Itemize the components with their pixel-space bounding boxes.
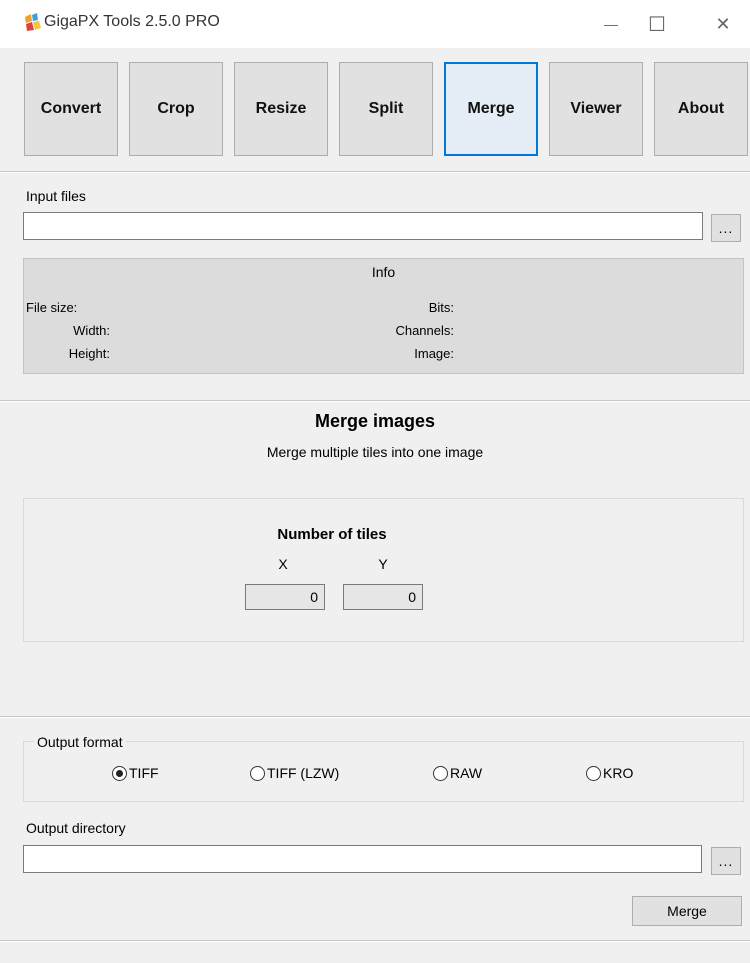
radio-unselected-icon <box>433 765 448 781</box>
width-label: Width: <box>73 323 110 338</box>
title-bar: GigaPX Tools 2.5.0 PRO — ☐ ✕ <box>0 0 750 48</box>
radio-unselected-icon <box>586 765 601 781</box>
format-raw-label: RAW <box>450 765 483 781</box>
nav-merge-button[interactable]: Merge <box>444 62 538 156</box>
nav-split-button[interactable]: Split <box>339 62 433 156</box>
close-button[interactable]: ✕ <box>700 0 746 48</box>
divider <box>0 717 750 718</box>
merge-button[interactable]: Merge <box>632 896 742 926</box>
tiles-x-input[interactable]: 0 <box>245 584 325 610</box>
output-directory-field[interactable] <box>23 845 702 873</box>
channels-label: Channels: <box>395 323 454 338</box>
format-tiff-lzw-label: TIFF (LZW) <box>267 765 340 781</box>
minimize-button[interactable]: — <box>588 0 634 48</box>
merge-description: Merge multiple tiles into one image <box>266 444 484 460</box>
image-label: Image: <box>414 346 454 361</box>
close-icon: ✕ <box>715 13 731 34</box>
format-tiff-label: TIFF <box>129 765 159 781</box>
window-title: GigaPX Tools 2.5.0 PRO <box>44 13 220 30</box>
output-browse-button[interactable]: ... <box>711 847 741 875</box>
divider <box>0 941 750 942</box>
divider <box>0 172 750 173</box>
tiles-y-input[interactable]: 0 <box>343 584 423 610</box>
nav-convert-button[interactable]: Convert <box>24 62 118 156</box>
info-title: Info <box>371 264 396 280</box>
info-panel: Info File size: Width: Height: Bits: Cha… <box>23 258 744 374</box>
format-kro-label: KRO <box>603 765 634 781</box>
tiles-x-label: X <box>278 556 288 572</box>
divider <box>0 401 750 402</box>
minimize-icon: — <box>604 16 618 32</box>
output-directory-label: Output directory <box>26 820 126 836</box>
nav-resize-button[interactable]: Resize <box>234 62 328 156</box>
nav-viewer-button[interactable]: Viewer <box>549 62 643 156</box>
app-logo-icon <box>22 11 44 33</box>
radio-unselected-icon <box>250 765 265 781</box>
format-tiff-radio[interactable]: TIFF <box>112 765 159 781</box>
maximize-icon: ☐ <box>648 13 666 36</box>
maximize-button[interactable]: ☐ <box>634 0 680 48</box>
merge-heading: Merge images <box>314 411 436 431</box>
nav-about-button[interactable]: About <box>654 62 748 156</box>
output-format-label: Output format <box>34 734 126 750</box>
format-tiff-lzw-radio[interactable]: TIFF (LZW) <box>250 765 339 781</box>
tiles-heading: Number of tiles <box>277 526 387 543</box>
bits-label: Bits: <box>428 300 454 315</box>
format-kro-radio[interactable]: KRO <box>586 765 633 781</box>
file-size-label: File size: <box>26 300 78 315</box>
tiles-y-label: Y <box>378 556 388 572</box>
input-browse-button[interactable]: ... <box>711 214 741 242</box>
input-files-field[interactable] <box>23 212 703 240</box>
height-label: Height: <box>68 346 110 361</box>
format-raw-radio[interactable]: RAW <box>433 765 482 781</box>
nav-crop-button[interactable]: Crop <box>129 62 223 156</box>
input-files-label: Input files <box>26 188 86 204</box>
radio-selected-icon <box>112 765 127 781</box>
